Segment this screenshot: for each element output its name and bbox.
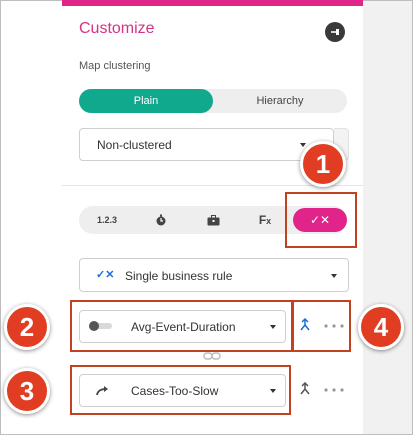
link-icon — [203, 352, 221, 360]
chevron-down-icon — [300, 143, 306, 147]
fx-icon-subscript: x — [266, 216, 272, 226]
callout-box-metric-dropdown — [70, 300, 293, 352]
segment-hierarchy[interactable]: Hierarchy — [213, 89, 347, 113]
pin-button[interactable] — [325, 22, 345, 42]
callout-badge-1: 1 — [300, 141, 346, 187]
more-icon[interactable] — [324, 387, 344, 393]
mode-timer[interactable] — [141, 206, 181, 234]
callout-box-rules-mode — [285, 192, 357, 248]
pin-icon — [331, 29, 339, 35]
callout-badge-4: 4 — [358, 304, 404, 350]
clustering-dropdown[interactable]: Non-clustered — [79, 128, 334, 161]
merge-icon[interactable] — [299, 382, 311, 396]
section-label-map-clustering: Map clustering — [79, 60, 151, 72]
rule-type-dropdown[interactable]: ✓✕ Single business rule — [79, 258, 349, 292]
mode-numeric-label: 1.2.3 — [96, 215, 118, 225]
right-strip — [363, 1, 412, 434]
clustering-segmented-control: Plain Hierarchy — [79, 89, 347, 113]
chevron-down-icon — [331, 274, 337, 278]
clustering-dropdown-value: Non-clustered — [97, 138, 172, 152]
mode-formula[interactable]: Fx — [245, 206, 285, 234]
callout-box-case-dropdown — [70, 365, 291, 415]
segment-plain[interactable]: Plain — [79, 89, 213, 113]
callout-box-actions — [292, 300, 351, 352]
callout-badge-2: 2 — [4, 304, 50, 350]
callout-badge-3: 3 — [4, 368, 50, 414]
briefcase-icon — [207, 215, 219, 226]
mode-numeric[interactable]: 1.2.3 — [87, 206, 127, 234]
rule-type-value: Single business rule — [125, 269, 233, 283]
mode-case[interactable] — [193, 206, 233, 234]
timer-icon — [156, 214, 166, 226]
check-x-icon: ✓✕ — [96, 269, 115, 281]
panel-title: Customize — [79, 20, 155, 37]
